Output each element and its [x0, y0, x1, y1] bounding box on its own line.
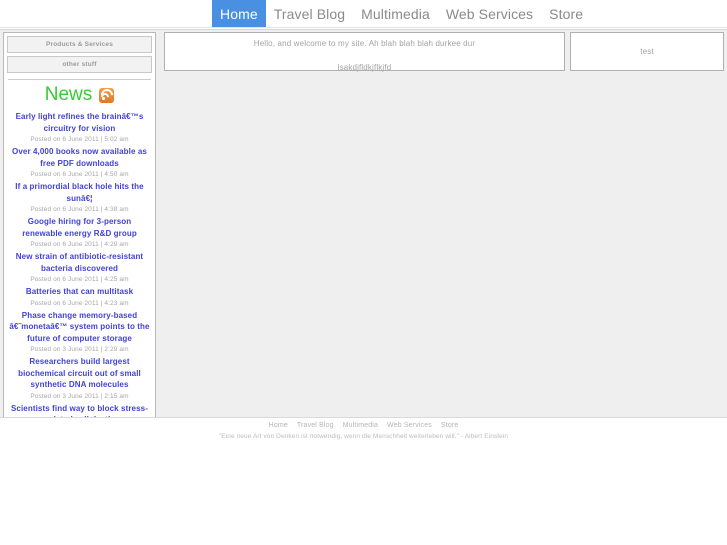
footer-link-store[interactable]: Store [441, 422, 458, 429]
news-date: Posted on 6 June 2011 | 4:25 am [30, 276, 129, 283]
list-item: Google hiring for 3-person renewable ene… [9, 216, 150, 251]
footer-link-travel-blog[interactable]: Travel Blog [297, 422, 334, 429]
sidebar-item-other-stuff[interactable]: other stuff [7, 56, 152, 73]
news-date: Posted on 3 June 2011 | 2:29 am [30, 346, 129, 353]
news-link[interactable]: Early light refines the brainâ€™s circui… [9, 111, 150, 134]
nav-item-travel-blog[interactable]: Travel Blog [266, 0, 353, 27]
list-item: Early light refines the brainâ€™s circui… [9, 111, 150, 146]
news-date: Posted on 6 June 2011 | 4:23 am [30, 299, 129, 307]
nav-item-web-services[interactable]: Web Services [438, 0, 541, 27]
news-link[interactable]: Batteries that can multitask [9, 286, 150, 298]
list-item: New strain of antibiotic-resistant bacte… [9, 251, 150, 286]
news-list: Early light refines the brainâ€™s circui… [7, 111, 152, 440]
news-link[interactable]: Researchers build largest biochemical ci… [9, 356, 150, 391]
nav-item-store[interactable]: Store [541, 0, 591, 27]
news-date: Posted on 6 June 2011 | 5:02 am [30, 136, 129, 143]
footer-link-multimedia[interactable]: Multimedia [343, 422, 378, 429]
news-date: Posted on 3 June 2011 | 2:15 am [30, 392, 129, 400]
footer-link-home[interactable]: Home [269, 422, 288, 429]
sidebar-divider [8, 79, 151, 80]
news-title: News [44, 84, 93, 105]
rss-dot [101, 97, 105, 100]
right-sidebar-panel: test [570, 32, 724, 71]
rss-icon[interactable] [98, 86, 116, 103]
news-link[interactable]: New strain of antibiotic-resistant bacte… [9, 251, 150, 274]
page-root: Home Travel Blog Multimedia Web Services… [0, 0, 727, 545]
news-link[interactable]: Phase change memory-based â€˜monetaâ€™ s… [9, 310, 150, 345]
list-item: Batteries that can multitask Posted on 6… [9, 286, 150, 310]
news-date: Posted on 6 June 2011 | 4:50 am [30, 171, 129, 178]
list-item: Researchers build largest biochemical ci… [9, 356, 150, 403]
top-navigation: Home Travel Blog Multimedia Web Services… [0, 0, 727, 28]
sidebar: Products & Services other stuff News Ear… [3, 32, 156, 444]
welcome-text: Hello, and welcome to my site. Ah blah b… [253, 39, 476, 48]
news-link[interactable]: Google hiring for 3-person renewable ene… [9, 216, 150, 239]
footer-quote: "Eine neue Art von Denken ist notwendig,… [218, 433, 509, 440]
nav-item-home[interactable]: Home [212, 0, 266, 27]
list-item: If a primordial black hole hits the sunâ… [9, 181, 150, 216]
footer-link-web-services[interactable]: Web Services [387, 422, 432, 429]
secondary-text: lsakdjfldkjflkjfd [337, 63, 392, 72]
main-content-panel: Hello, and welcome to my site. Ah blah b… [164, 32, 565, 72]
sidebar-item-products-services[interactable]: Products & Services [7, 36, 152, 53]
nav-item-multimedia[interactable]: Multimedia [353, 0, 438, 27]
footer-navigation: Home Travel Blog Multimedia Web Services… [0, 422, 727, 429]
news-link[interactable]: Over 4,000 books now available as free P… [9, 146, 150, 169]
news-date: Posted on 6 June 2011 | 4:29 am [30, 241, 129, 248]
list-item: Phase change memory-based â€˜monetaâ€™ s… [9, 310, 150, 357]
news-link[interactable]: If a primordial black hole hits the sunâ… [9, 181, 150, 204]
right-panel-text: test [640, 47, 654, 56]
list-item: Over 4,000 books now available as free P… [9, 146, 150, 181]
footer: Home Travel Blog Multimedia Web Services… [0, 417, 727, 447]
news-date: Posted on 6 June 2011 | 4:38 am [30, 206, 129, 213]
news-header: News [7, 84, 152, 111]
